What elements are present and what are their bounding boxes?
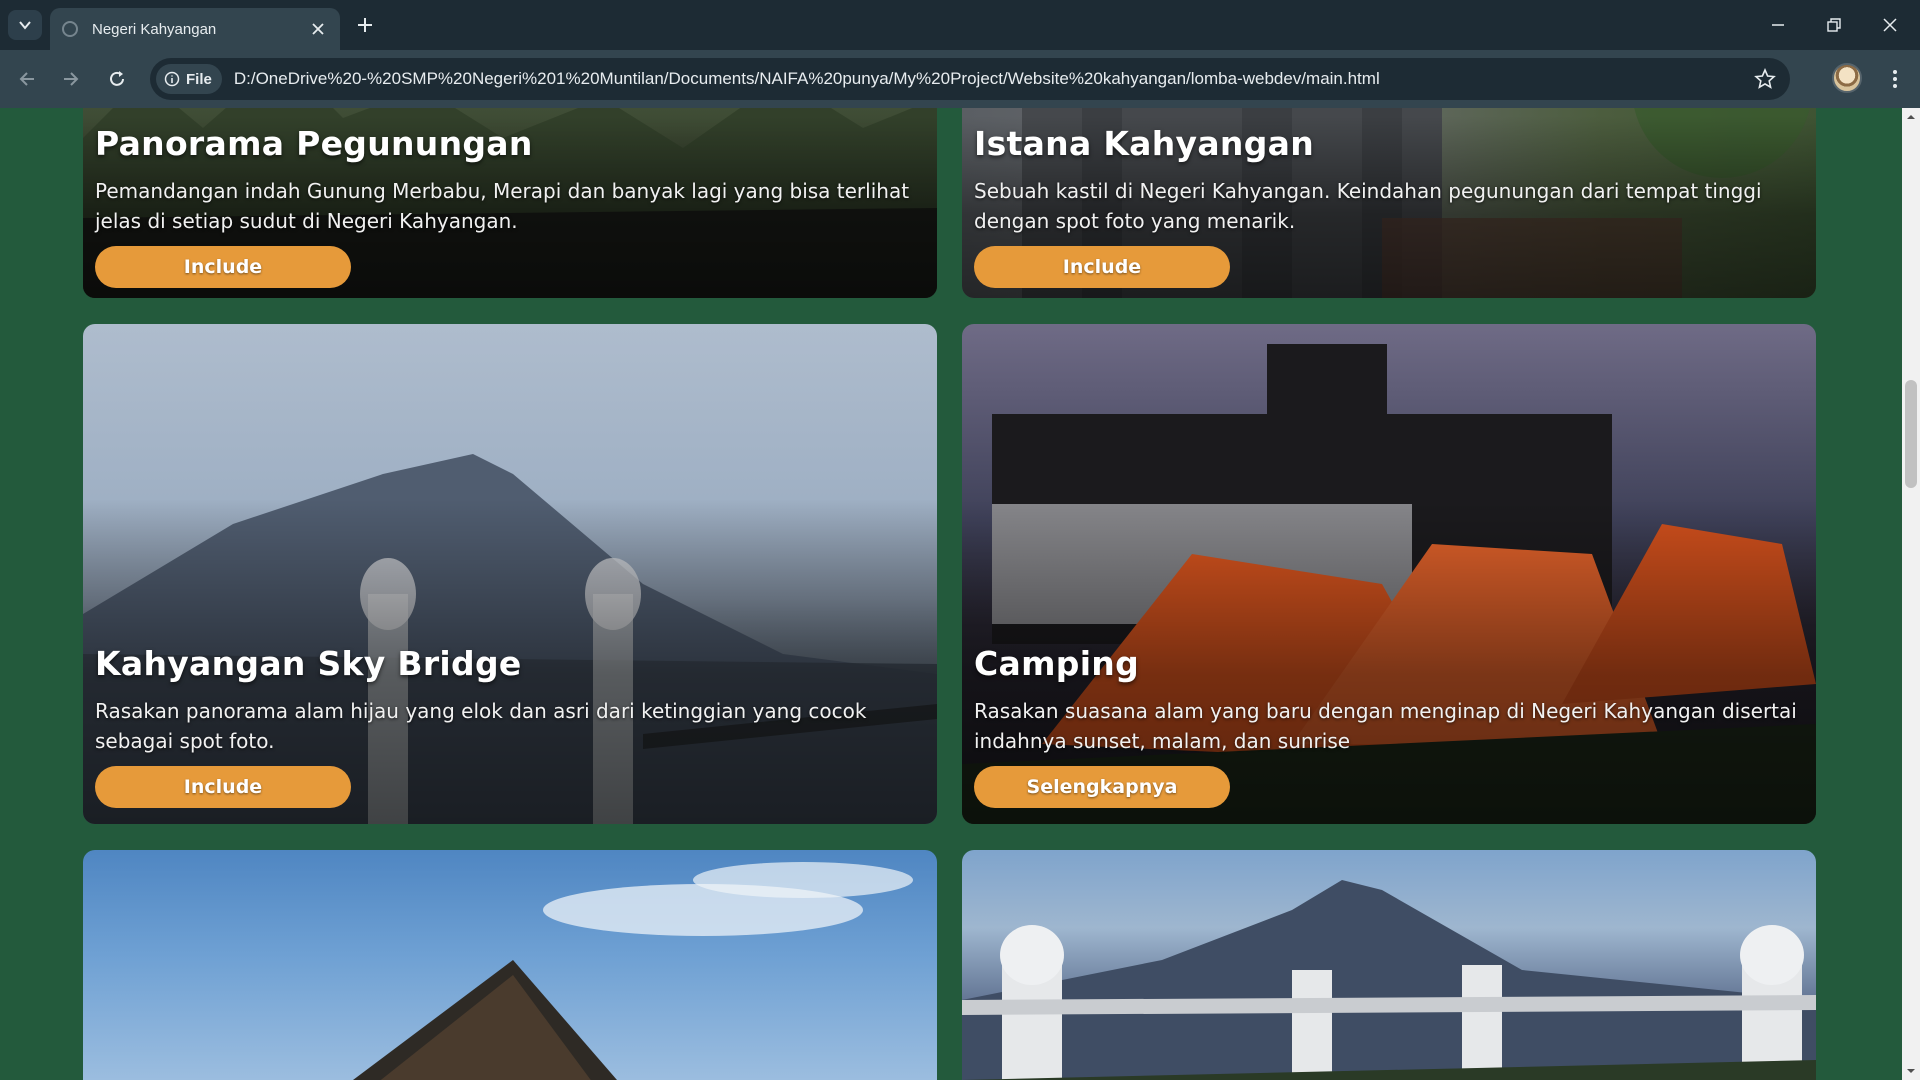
- new-tab-button[interactable]: [352, 12, 378, 38]
- back-button[interactable]: [12, 64, 42, 94]
- page-scrollbar[interactable]: [1902, 108, 1920, 1080]
- scrollbar-thumb[interactable]: [1905, 380, 1917, 488]
- scroll-down-arrow-icon[interactable]: [1906, 1066, 1916, 1076]
- close-icon: [1883, 18, 1897, 32]
- card-title: Camping: [974, 644, 1140, 683]
- attraction-card: Kahyangan Sky Bridge Rasakan panorama al…: [83, 324, 937, 824]
- card-image-volcano-panorama: [962, 850, 1816, 1080]
- arrow-left-icon: [19, 72, 34, 86]
- site-info-label: File: [186, 70, 212, 88]
- scroll-up-arrow-icon[interactable]: [1906, 112, 1916, 122]
- include-button[interactable]: Include: [95, 766, 351, 808]
- attraction-card: Camping Rasakan suasana alam yang baru d…: [962, 324, 1816, 824]
- card-image-sky-roof: [83, 850, 937, 1080]
- attraction-card: [962, 850, 1816, 1080]
- minimize-icon: [1772, 24, 1784, 26]
- profile-avatar[interactable]: [1832, 63, 1862, 93]
- card-title: Kahyangan Sky Bridge: [95, 644, 522, 683]
- card-title: Panorama Pegunungan: [95, 124, 533, 163]
- card-description: Rasakan suasana alam yang baru dengan me…: [974, 699, 1797, 753]
- arrow-right-icon: [64, 72, 79, 86]
- selengkapnya-button[interactable]: Selengkapnya: [974, 766, 1230, 808]
- page-viewport: Panorama Pegunungan Pemandangan indah Gu…: [0, 108, 1902, 1080]
- close-window-button[interactable]: [1862, 0, 1918, 50]
- tab-title: Negeri Kahyangan: [92, 20, 217, 38]
- card-description: Sebuah kastil di Negeri Kahyangan. Keind…: [974, 179, 1762, 233]
- chevron-down-icon: [19, 21, 31, 30]
- reload-icon: [110, 71, 124, 86]
- browser-menu-button[interactable]: [1880, 64, 1910, 94]
- address-bar[interactable]: File D:/OneDrive%20-%20SMP%20Negeri%201%…: [150, 58, 1790, 100]
- attraction-card: Istana Kahyangan Sebuah kastil di Negeri…: [962, 108, 1816, 298]
- browser-toolbar: File D:/OneDrive%20-%20SMP%20Negeri%201%…: [0, 50, 1920, 108]
- info-icon: [164, 71, 180, 87]
- forward-button[interactable]: [56, 64, 86, 94]
- url-text: D:/OneDrive%20-%20SMP%20Negeri%201%20Mun…: [233, 69, 1380, 88]
- active-tab[interactable]: Negeri Kahyangan: [50, 8, 340, 50]
- tab-search-button[interactable]: [8, 10, 42, 40]
- reload-button[interactable]: [102, 64, 132, 94]
- minimize-button[interactable]: [1750, 0, 1806, 50]
- include-button[interactable]: Include: [974, 246, 1230, 288]
- card-description: Rasakan panorama alam hijau yang elok da…: [95, 699, 867, 753]
- card-title: Istana Kahyangan: [974, 124, 1315, 163]
- attraction-card: Panorama Pegunungan Pemandangan indah Gu…: [83, 108, 937, 298]
- restore-button[interactable]: [1806, 0, 1862, 50]
- plus-icon: [358, 18, 372, 32]
- restore-icon: [1827, 18, 1841, 32]
- attraction-card: [83, 850, 937, 1080]
- tab-close-button[interactable]: [308, 19, 328, 39]
- globe-icon: [62, 21, 78, 37]
- tab-strip: Negeri Kahyangan: [0, 0, 1920, 50]
- more-vertical-icon: [1893, 70, 1897, 88]
- card-description: Pemandangan indah Gunung Merbabu, Merapi…: [95, 179, 910, 233]
- include-button[interactable]: Include: [95, 246, 351, 288]
- bookmark-star-icon[interactable]: [1754, 68, 1776, 90]
- site-info-chip[interactable]: File: [156, 64, 222, 94]
- close-icon: [312, 23, 324, 35]
